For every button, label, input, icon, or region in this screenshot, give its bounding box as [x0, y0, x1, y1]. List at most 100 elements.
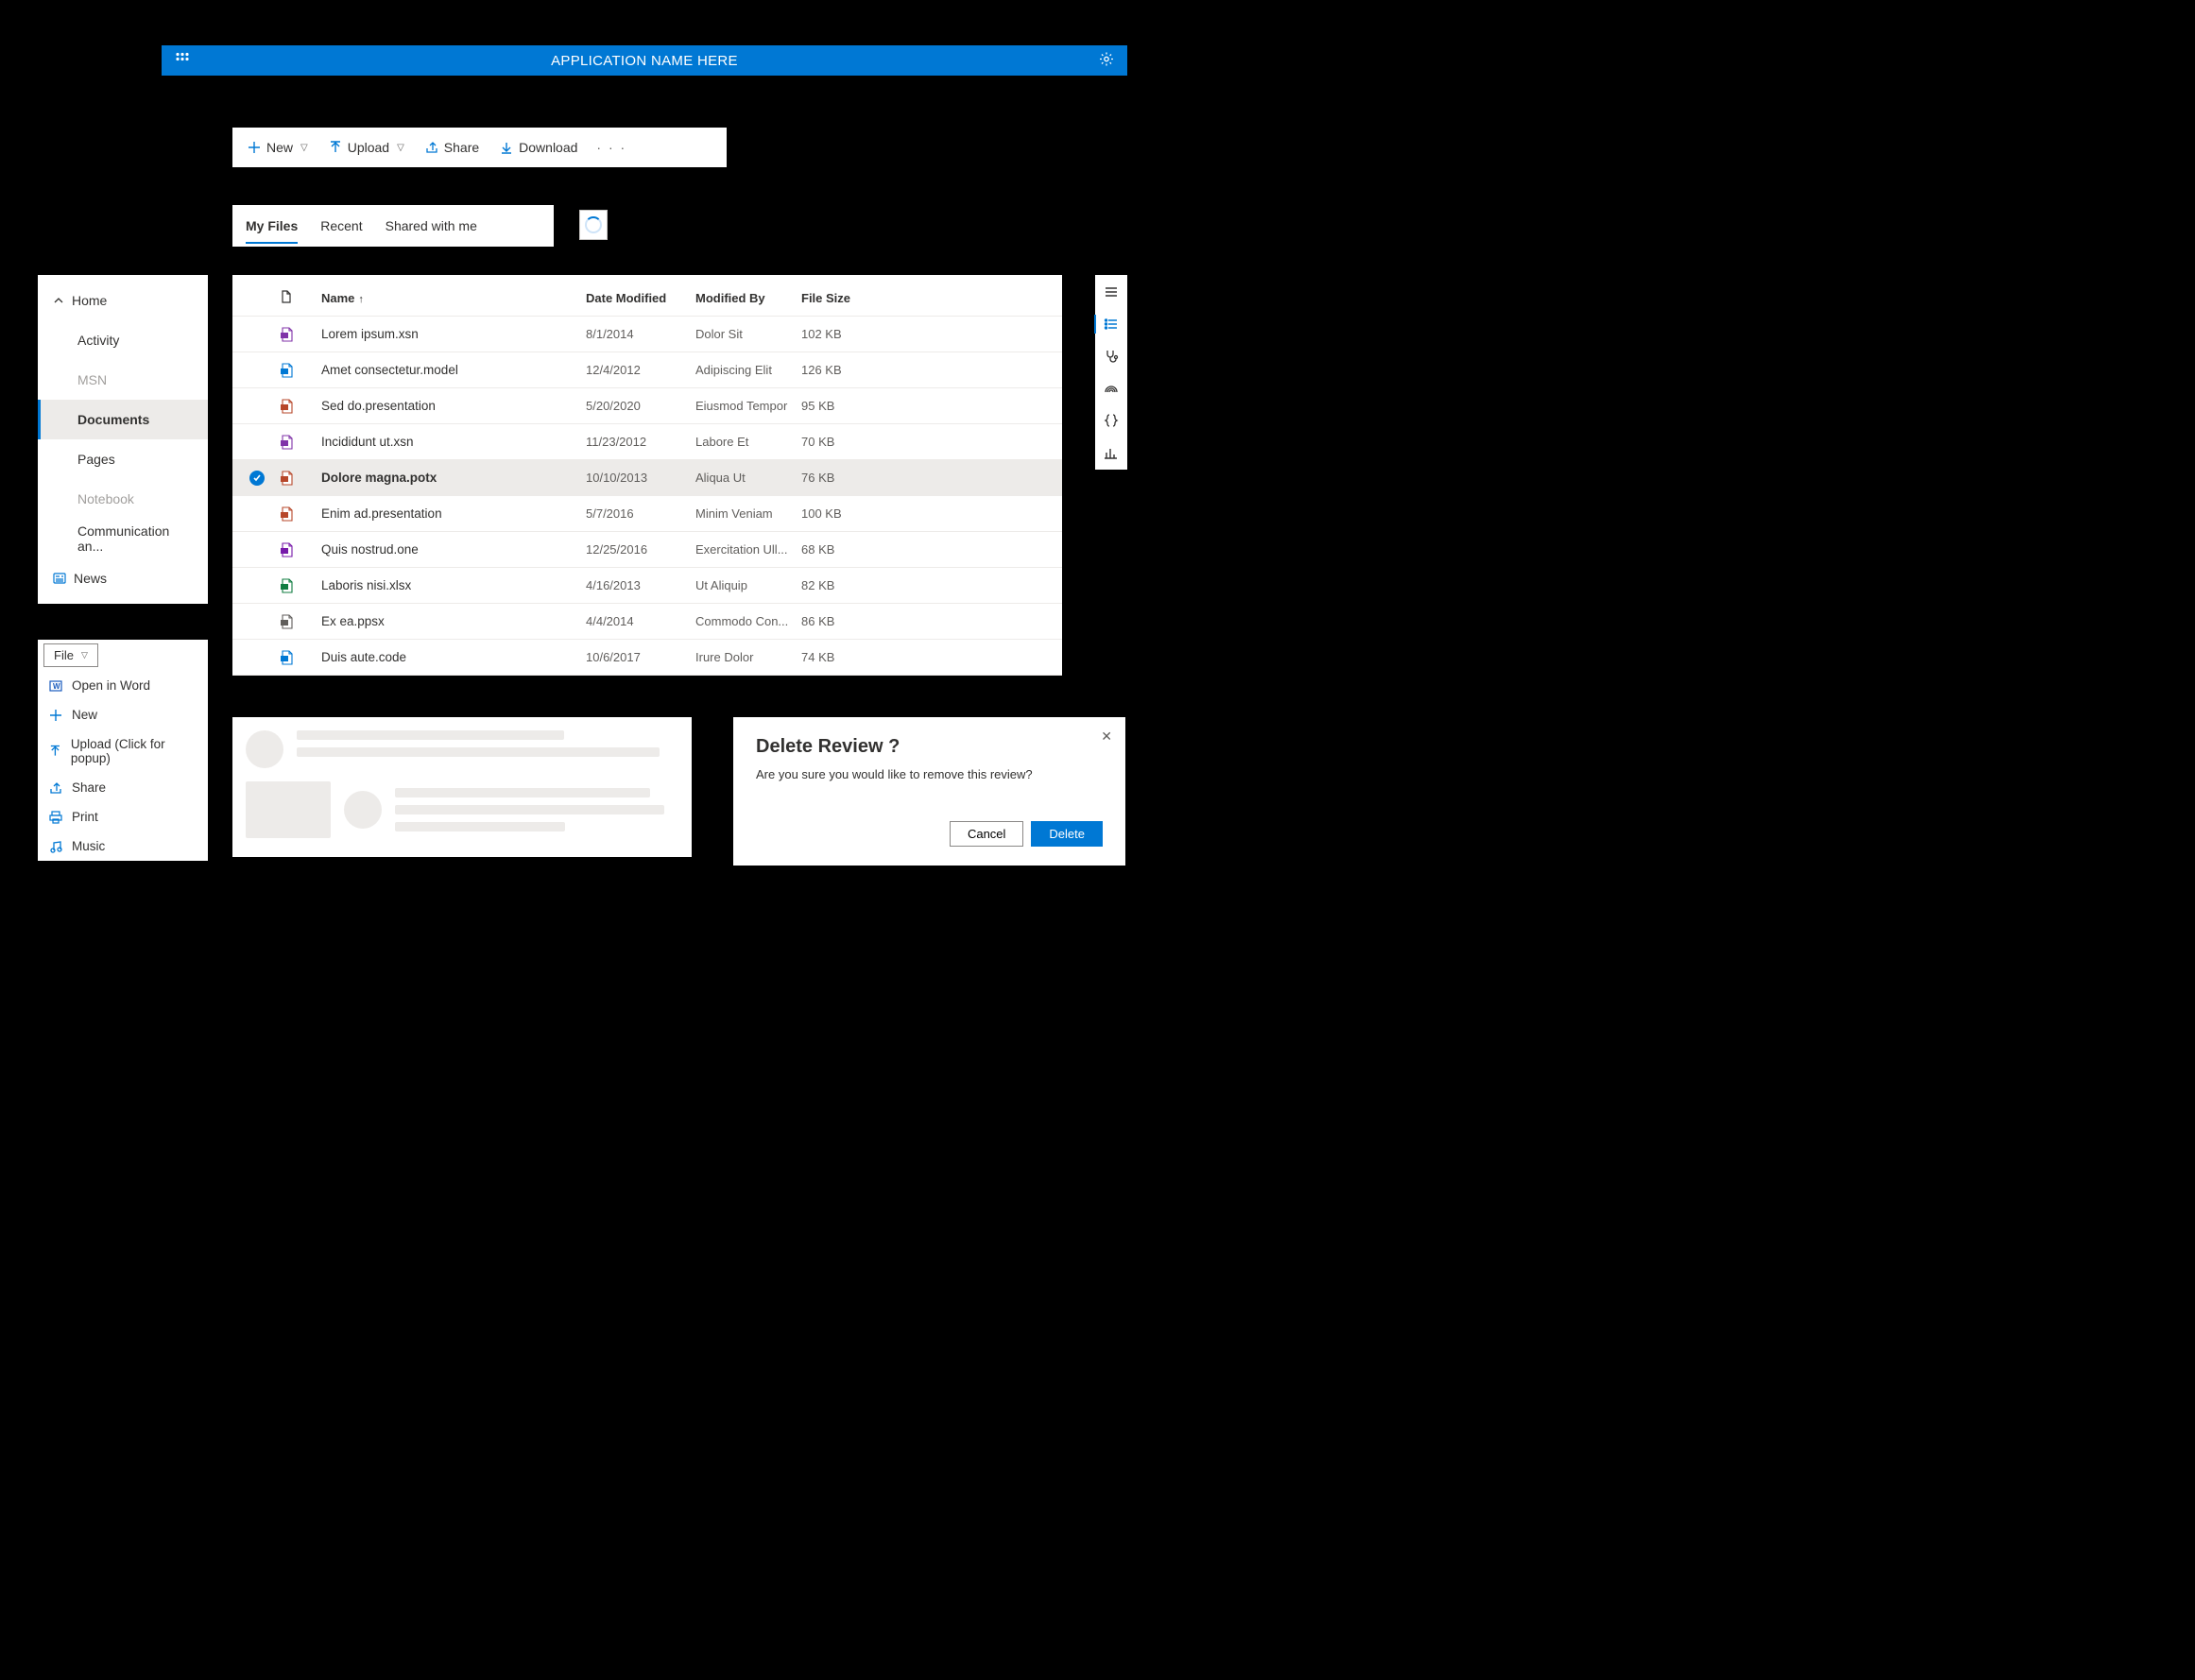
share-icon [49, 781, 62, 795]
file-type-icon [280, 506, 295, 522]
upload-label: Upload [348, 140, 389, 155]
share-button[interactable]: Share [418, 134, 487, 161]
command-bar: New ▽ Upload ▽ Share Download · · · [232, 128, 727, 167]
file-modified-by: Aliqua Ut [695, 471, 801, 485]
file-row[interactable]: Duis aute.code 10/6/2017 Irure Dolor 74 … [232, 640, 1062, 676]
upload-icon [49, 745, 61, 758]
col-file-size[interactable]: File Size [801, 291, 915, 305]
menu-music[interactable]: Music [38, 831, 208, 861]
bar-chart-icon[interactable] [1104, 445, 1119, 460]
nav-documents[interactable]: Documents [38, 400, 208, 439]
file-size: 102 KB [801, 327, 915, 341]
col-name[interactable]: Name↑ [321, 291, 586, 305]
file-table: Name↑ Date Modified Modified By File Siz… [232, 275, 1062, 676]
cancel-button[interactable]: Cancel [950, 821, 1023, 847]
nav-home[interactable]: Home [38, 281, 208, 320]
dialog-close-icon[interactable]: ✕ [1101, 729, 1112, 745]
file-date: 12/4/2012 [586, 363, 695, 377]
file-type-icon [280, 435, 295, 450]
upload-button[interactable]: Upload ▽ [321, 134, 412, 161]
file-size: 95 KB [801, 399, 915, 413]
nav-notebook[interactable]: Notebook [38, 479, 208, 519]
file-row[interactable]: Amet consectetur.model 12/4/2012 Adipisc… [232, 352, 1062, 388]
chevron-down-icon: ▽ [81, 650, 88, 660]
row-check-icon[interactable] [249, 471, 265, 486]
settings-gear-icon[interactable] [1099, 52, 1114, 70]
app-header: APPLICATION NAME HERE [162, 45, 1127, 76]
file-date: 11/23/2012 [586, 435, 695, 449]
music-icon [49, 840, 62, 853]
file-date: 8/1/2014 [586, 327, 695, 341]
file-modified-by: Exercitation Ull... [695, 542, 801, 557]
file-name: Ex ea.ppsx [321, 614, 586, 628]
file-menu-button[interactable]: File ▽ [43, 643, 98, 667]
file-date: 12/25/2016 [586, 542, 695, 557]
rainbow-icon[interactable] [1104, 381, 1119, 396]
file-type-icon [280, 363, 295, 378]
new-button[interactable]: New ▽ [240, 134, 316, 161]
col-date-modified[interactable]: Date Modified [586, 291, 695, 305]
file-type-icon [280, 399, 295, 414]
waffle-icon[interactable] [175, 52, 190, 70]
file-row[interactable]: Sed do.presentation 5/20/2020 Eiusmod Te… [232, 388, 1062, 424]
tab-recent[interactable]: Recent [320, 209, 362, 243]
chevron-down-icon: ▽ [300, 143, 308, 153]
nav-msn[interactable]: MSN [38, 360, 208, 400]
file-row[interactable]: Ex ea.ppsx 4/4/2014 Commodo Con... 86 KB [232, 604, 1062, 640]
new-label: New [266, 140, 293, 155]
file-name: Duis aute.code [321, 650, 586, 664]
file-row[interactable]: Enim ad.presentation 5/7/2016 Minim Veni… [232, 496, 1062, 532]
col-modified-by[interactable]: Modified By [695, 291, 801, 305]
word-icon: W [49, 679, 62, 693]
file-modified-by: Eiusmod Tempor [695, 399, 801, 413]
delete-dialog: ✕ Delete Review ? Are you sure you would… [733, 717, 1125, 866]
menu-upload[interactable]: Upload (Click for popup) [38, 729, 208, 773]
dialog-body: Are you sure you would like to remove th… [756, 767, 1103, 781]
braces-icon[interactable] [1104, 413, 1119, 428]
file-size: 74 KB [801, 650, 915, 664]
file-row[interactable]: Lorem ipsum.xsn 8/1/2014 Dolor Sit 102 K… [232, 317, 1062, 352]
file-size: 82 KB [801, 578, 915, 592]
menu-open-in-word[interactable]: W Open in Word [38, 671, 208, 700]
nav-communication[interactable]: Communication an... [38, 519, 208, 558]
skeleton-avatar [344, 791, 382, 829]
more-actions-button[interactable]: · · · [591, 140, 632, 155]
tab-my-files[interactable]: My Files [246, 209, 298, 243]
menu-new[interactable]: New [38, 700, 208, 729]
nav-pages[interactable]: Pages [38, 439, 208, 479]
file-row[interactable]: Dolore magna.potx 10/10/2013 Aliqua Ut 7… [232, 460, 1062, 496]
file-size: 86 KB [801, 614, 915, 628]
file-date: 5/7/2016 [586, 506, 695, 521]
stethoscope-icon[interactable] [1104, 349, 1119, 364]
file-date: 4/4/2014 [586, 614, 695, 628]
list-icon[interactable] [1104, 317, 1119, 332]
file-name: Incididunt ut.xsn [321, 435, 586, 449]
hamburger-icon[interactable] [1104, 284, 1119, 300]
app-title: APPLICATION NAME HERE [551, 53, 738, 69]
file-modified-by: Irure Dolor [695, 650, 801, 664]
nav-news[interactable]: News [38, 558, 208, 598]
file-date: 5/20/2020 [586, 399, 695, 413]
file-dropdown-menu: File ▽ W Open in Word New Upload (Click … [38, 640, 208, 861]
download-button[interactable]: Download [492, 134, 585, 161]
file-type-icon [280, 650, 295, 665]
nav-activity[interactable]: Activity [38, 320, 208, 360]
skeleton-thumbnail [246, 781, 331, 838]
menu-share[interactable]: Share [38, 773, 208, 802]
sort-ascending-icon: ↑ [358, 294, 364, 305]
file-name: Enim ad.presentation [321, 506, 586, 521]
shimmer-placeholder [232, 717, 692, 857]
file-table-header: Name↑ Date Modified Modified By File Siz… [232, 281, 1062, 317]
file-row[interactable]: Incididunt ut.xsn 11/23/2012 Labore Et 7… [232, 424, 1062, 460]
delete-button[interactable]: Delete [1031, 821, 1103, 847]
file-modified-by: Commodo Con... [695, 614, 801, 628]
file-date: 10/6/2017 [586, 650, 695, 664]
tab-shared[interactable]: Shared with me [386, 209, 477, 243]
file-size: 76 KB [801, 471, 915, 485]
menu-print[interactable]: Print [38, 802, 208, 831]
svg-text:W: W [53, 682, 60, 691]
file-row[interactable]: Laboris nisi.xlsx 4/16/2013 Ut Aliquip 8… [232, 568, 1062, 604]
file-row[interactable]: Quis nostrud.one 12/25/2016 Exercitation… [232, 532, 1062, 568]
nav-news-label: News [74, 571, 107, 586]
share-label: Share [444, 140, 479, 155]
